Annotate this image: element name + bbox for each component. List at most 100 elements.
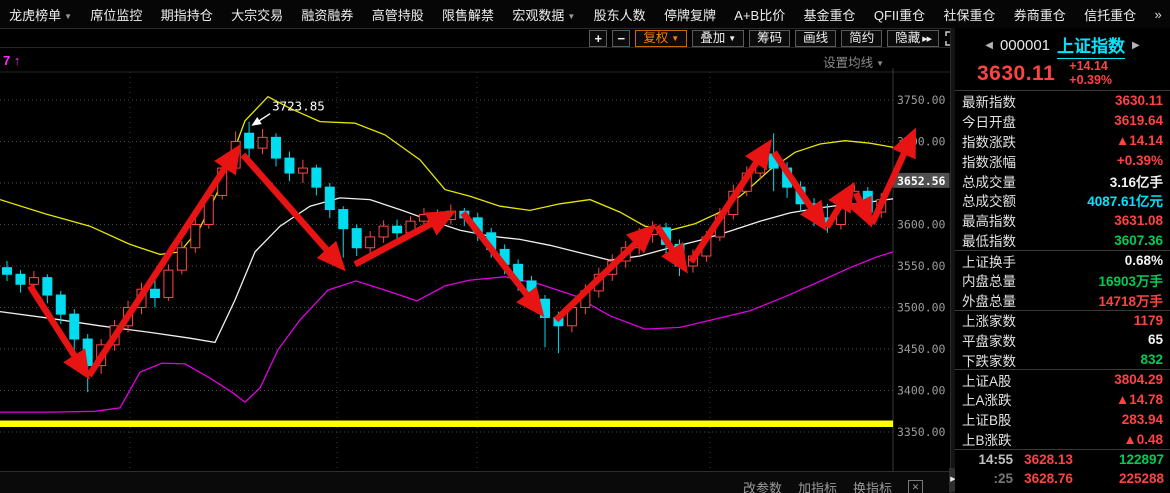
stat-value: 283.94 — [1122, 412, 1163, 427]
stat-label: 上A涨跌 — [962, 389, 1012, 409]
tick-volume: 122897 — [1084, 452, 1164, 467]
stat-value: +0.39% — [1117, 153, 1163, 168]
menu-item-股东人数[interactable]: 股东人数 — [594, 5, 646, 24]
current-price-tag-value: 3652.56 — [897, 174, 946, 188]
chevron-down-icon: ▼ — [728, 34, 736, 43]
tick-price: 3628.13 — [1013, 452, 1084, 467]
stat-value: 3631.08 — [1114, 213, 1163, 228]
chevron-down-icon: ▼ — [567, 12, 575, 21]
drawn-support-line[interactable] — [0, 421, 893, 428]
tick-price: 3628.76 — [1013, 471, 1084, 486]
price-change: +14.14 — [1069, 60, 1112, 74]
stat-row-总成交量: 总成交量 3.16亿手 — [955, 171, 1170, 191]
boll-band-line — [0, 252, 893, 412]
candle-body — [272, 137, 281, 158]
menu-item-期指持仓[interactable]: 期指持仓 — [161, 5, 213, 24]
stat-label: 外盘总量 — [962, 290, 1016, 310]
stat-row-总成交额: 总成交额 4087.61亿元 — [955, 190, 1170, 210]
candle-body — [393, 226, 402, 233]
price-change-percent: +0.39% — [1069, 74, 1112, 88]
kline-chart-area[interactable]: 7 ↑ 设置均线▼ 3750.003700.003650.003600.0035… — [0, 48, 950, 493]
stat-label: 上证B股 — [962, 409, 1012, 429]
close-icon[interactable]: ✕ — [908, 480, 923, 493]
stat-row-平盘家数: 平盘家数65 — [955, 330, 1170, 350]
candle-body — [258, 137, 267, 148]
candle-body — [285, 158, 294, 173]
stat-row-内盘总量: 内盘总量16903万手 — [955, 270, 1170, 290]
menu-item-信托重仓[interactable]: 信托重仓 — [1084, 5, 1136, 24]
y-axis-tick-label: 3450.00 — [897, 342, 946, 356]
chevron-down-icon: ▼ — [671, 34, 679, 43]
stat-label: 上证A股 — [962, 370, 1012, 390]
menu-item-高管持股[interactable]: 高管持股 — [372, 5, 424, 24]
stat-label: 总成交额 — [962, 190, 1016, 210]
menu-item-停牌复牌[interactable]: 停牌复牌 — [664, 5, 716, 24]
candle-body — [70, 314, 79, 339]
toolbar-button-简约[interactable]: 简约 — [841, 30, 882, 47]
candle-body — [379, 226, 388, 237]
fast-forward-icon: ▶▶ — [922, 36, 931, 43]
toolbar-button-隐藏[interactable]: 隐藏▶▶ — [887, 30, 939, 47]
zoom-out-button[interactable]: − — [612, 30, 630, 47]
menu-more-button[interactable]: » — [1154, 7, 1160, 22]
switch-indicator-button[interactable]: 换指标 — [853, 478, 892, 493]
stat-row-今日开盘: 今日开盘 3619.64 — [955, 111, 1170, 131]
stat-row-上证换手: 上证换手 0.68% — [955, 250, 1170, 270]
candle-body — [325, 187, 334, 209]
stat-value: 3.16亿手 — [1110, 171, 1163, 191]
stat-value: 14718万手 — [1098, 290, 1163, 310]
y-axis-tick-label: 3500.00 — [897, 301, 946, 315]
stat-value: 3619.64 — [1114, 113, 1163, 128]
kline-chart-canvas[interactable]: 3750.003700.003650.003600.003550.003500.… — [0, 48, 950, 493]
menu-item-大宗交易[interactable]: 大宗交易 — [231, 5, 283, 24]
toolbar-button-叠加[interactable]: 叠加▼ — [692, 30, 744, 47]
stat-label: 最低指数 — [962, 230, 1016, 250]
menu-item-席位监控[interactable]: 席位监控 — [90, 5, 142, 24]
chart-toolbar: +−复权▼ 叠加▼ 筹码画线简约隐藏▶▶ — [0, 29, 962, 48]
candle-body — [83, 339, 92, 366]
stat-value: 3607.36 — [1114, 233, 1163, 248]
candle-body — [3, 268, 12, 275]
candle-body — [245, 133, 254, 148]
toolbar-button-复权[interactable]: 复权▼ — [635, 30, 687, 47]
menu-item-社保重仓[interactable]: 社保重仓 — [943, 5, 995, 24]
stock-name-link[interactable]: 上证指数 — [1057, 32, 1125, 59]
stat-label: 总成交量 — [962, 171, 1016, 191]
prev-stock-button[interactable]: ◀ — [985, 40, 993, 51]
menu-item-券商重仓[interactable]: 券商重仓 — [1014, 5, 1066, 24]
next-stock-button[interactable]: ▶ — [1132, 40, 1140, 51]
stat-row-最新指数: 最新指数3630.11 — [955, 91, 1170, 111]
zoom-in-button[interactable]: + — [589, 30, 607, 47]
stat-row-最高指数: 最高指数3631.08 — [955, 210, 1170, 230]
stat-value: 16903万手 — [1098, 270, 1163, 290]
stat-label: 今日开盘 — [962, 111, 1016, 131]
stat-value: 3630.11 — [1115, 93, 1163, 108]
menu-item-基金重仓[interactable]: 基金重仓 — [804, 5, 856, 24]
menu-item-QFII重仓[interactable]: QFII重仓 — [874, 5, 925, 24]
trend-arrow-annotation — [691, 145, 768, 262]
tick-volume: 225288 — [1084, 471, 1164, 486]
stat-row-上A涨跌: 上A涨跌 ▲14.78 — [955, 389, 1170, 409]
menu-item-宏观数据[interactable]: 宏观数据▼ — [512, 5, 575, 24]
candle-body — [16, 274, 25, 284]
stat-value: ▲14.78 — [1116, 392, 1163, 407]
candle-body — [164, 270, 173, 297]
change-params-button[interactable]: 改参数 — [743, 478, 782, 493]
stat-row-上涨家数: 上涨家数1179 — [955, 310, 1170, 330]
menu-item-龙虎榜单[interactable]: 龙虎榜单▼ — [9, 5, 72, 24]
stock-info-panel: ◀ 000001 上证指数 ▶ 3630.11 +14.14 +0.39% 最新… — [955, 28, 1170, 493]
menu-item-限售解禁[interactable]: 限售解禁 — [442, 5, 494, 24]
toolbar-button-画线[interactable]: 画线 — [795, 30, 836, 47]
candle-body — [298, 168, 307, 173]
menu-item-融资融券[interactable]: 融资融券 — [301, 5, 353, 24]
peak-price-annotation: 3723.85 — [272, 99, 325, 114]
y-axis-tick-label: 3600.00 — [897, 218, 946, 232]
stat-label: 上证换手 — [962, 251, 1016, 271]
stat-value: 0.68% — [1125, 253, 1163, 268]
stat-row-指数涨跌: 指数涨跌▲14.14 — [955, 131, 1170, 151]
toolbar-button-筹码[interactable]: 筹码 — [749, 30, 790, 47]
tick-row: :253628.76225288 — [955, 469, 1170, 488]
menu-item-A+B比价[interactable]: A+B比价 — [734, 5, 785, 24]
stat-value: 4087.61亿元 — [1087, 190, 1163, 210]
add-indicator-button[interactable]: 加指标 — [798, 478, 837, 493]
